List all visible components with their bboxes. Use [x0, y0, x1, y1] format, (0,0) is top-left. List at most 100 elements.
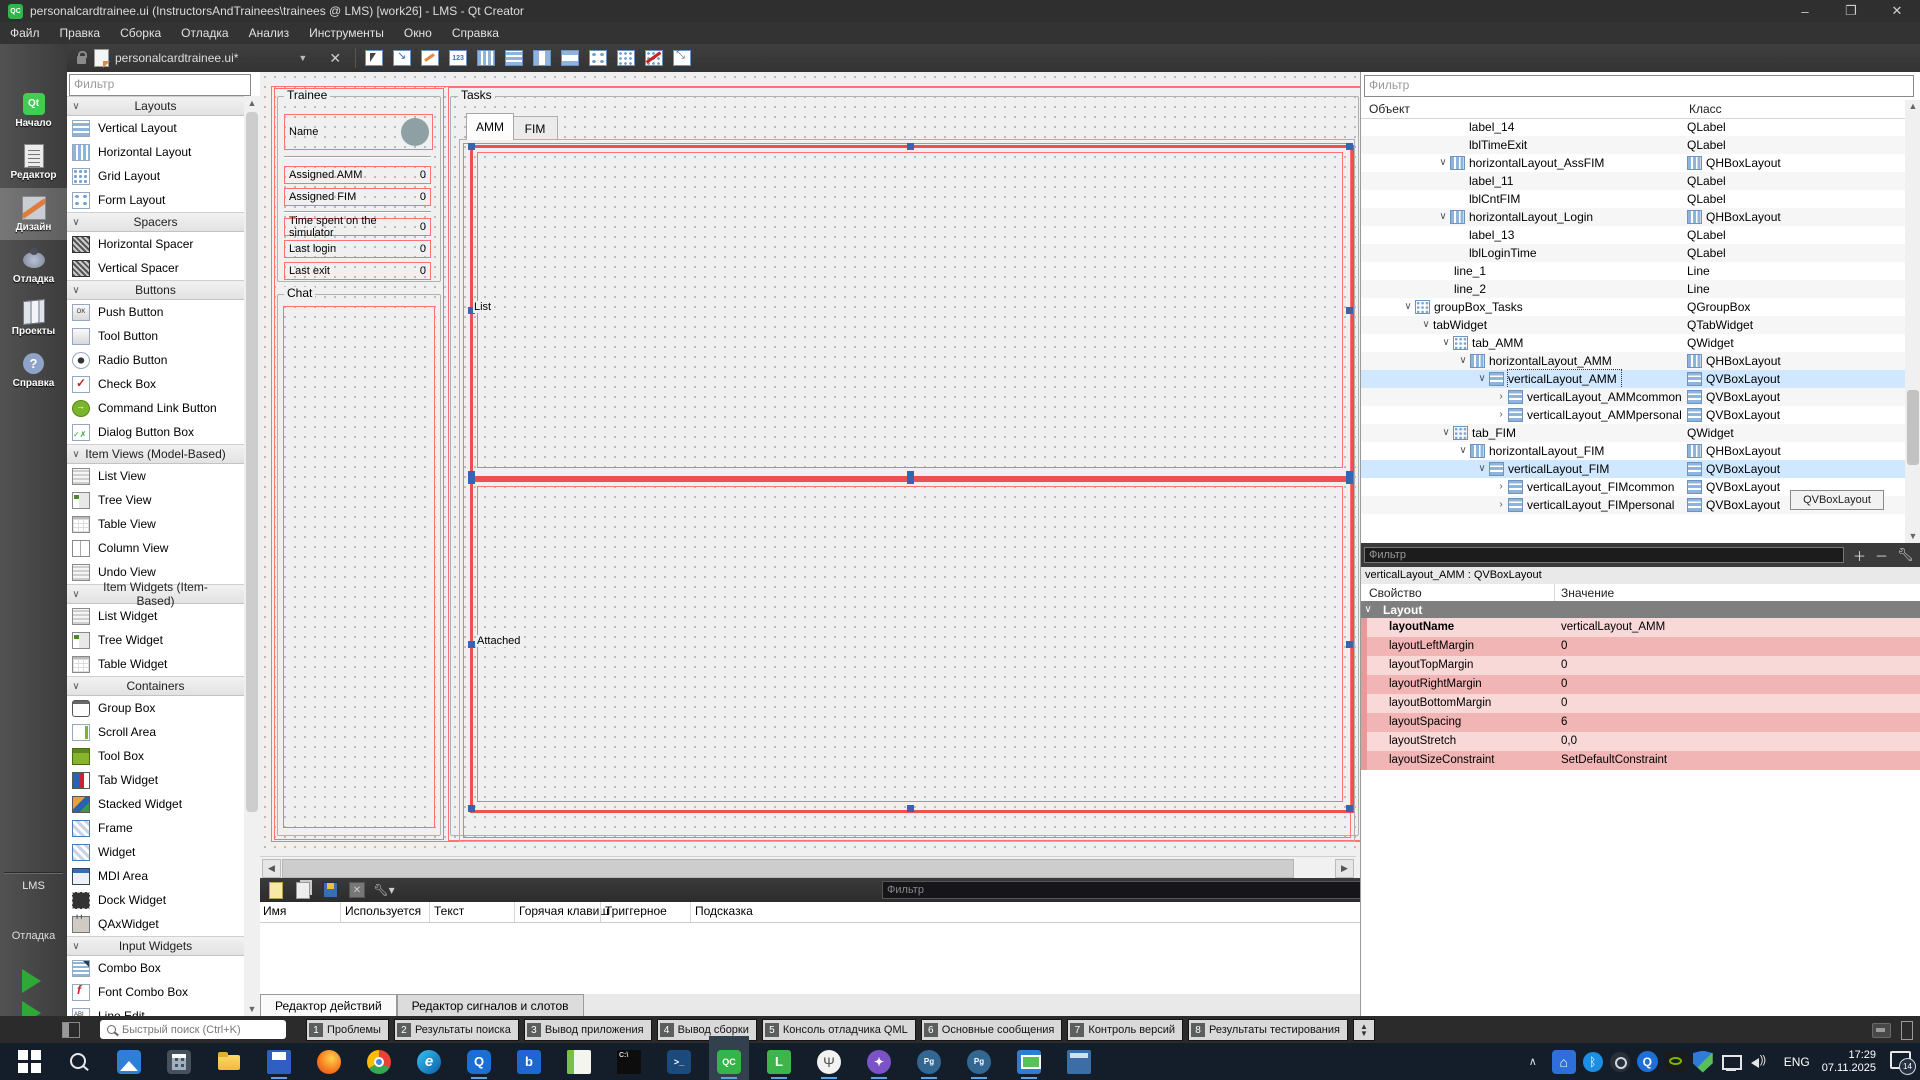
widget-box-section-spacers[interactable]: ∨Spacers [67, 212, 244, 232]
open-document-selector[interactable]: personalcardtrainee.ui* [115, 51, 238, 65]
property-value[interactable]: SetDefaultConstraint [1554, 751, 1920, 770]
taskbar-search[interactable] [66, 1043, 92, 1080]
scroll-up-icon[interactable]: ▲ [1905, 100, 1920, 113]
widget-item-frame[interactable]: Frame [67, 816, 244, 840]
menu-analyze[interactable]: Анализ [239, 22, 300, 44]
chevron-right-icon[interactable]: › [1494, 388, 1508, 406]
object-row-label_14[interactable]: label_14QLabel [1361, 118, 1905, 136]
widget-item-vertical-layout[interactable]: Vertical Layout [67, 116, 244, 140]
widget-item-dialog-button-box[interactable]: Dialog Button Box [67, 420, 244, 444]
object-row-groupBox_Tasks[interactable]: ∨groupBox_TasksQGroupBox [1361, 298, 1905, 316]
chevron-down-icon[interactable]: ∨ [1456, 442, 1470, 460]
adjust-size-button[interactable] [670, 47, 694, 69]
object-row-lblLoginTime[interactable]: lblLoginTimeQLabel [1361, 244, 1905, 262]
notifications-icon[interactable]: 14 [1888, 1049, 1914, 1075]
taskbar-file-explorer[interactable] [216, 1043, 242, 1080]
taskbar-calculator-app[interactable] [166, 1043, 192, 1080]
toggle-sidebar-icon[interactable] [62, 1022, 80, 1038]
object-row-tabWidget[interactable]: ∨tabWidgetQTabWidget [1361, 316, 1905, 334]
object-row-lblTimeExit[interactable]: lblTimeExitQLabel [1361, 136, 1905, 154]
property-row-layoutSpacing[interactable]: layoutSpacing6 [1361, 713, 1920, 732]
progress-indicator-icon[interactable] [1872, 1023, 1891, 1038]
property-row-layoutRightMargin[interactable]: layoutRightMargin0 [1361, 675, 1920, 694]
object-column-header[interactable]: Объект [1369, 102, 1410, 116]
widget-item-vertical-spacer[interactable]: Vertical Spacer [67, 256, 244, 280]
layout-form-button[interactable] [586, 47, 610, 69]
scroll-right-icon[interactable]: ▶ [1335, 859, 1354, 878]
widget-box-section-containers[interactable]: ∨Containers [67, 676, 244, 696]
taskbar-restaurant-app[interactable]: Ψ [816, 1043, 842, 1080]
mode-debug[interactable]: Отладка [0, 240, 67, 292]
trainee-field-a-1[interactable]: Assigned FIM0 [284, 188, 431, 206]
scroll-down-icon[interactable]: ▼ [1905, 530, 1920, 543]
widget-box-section-item-views-model-based-[interactable]: ∨Item Views (Model-Based) [67, 444, 244, 464]
chevron-down-icon[interactable]: ∨ [1456, 352, 1470, 370]
chevron-down-icon[interactable]: ∨ [1439, 424, 1453, 442]
maximize-button[interactable]: ❐ [1828, 0, 1874, 22]
selection-handle[interactable] [907, 143, 914, 150]
property-value[interactable]: 0 [1554, 675, 1920, 694]
volume-icon[interactable] [1749, 1051, 1771, 1073]
taskbar-floppy-app[interactable] [266, 1043, 292, 1080]
remove-property-icon[interactable]: － [1875, 546, 1888, 565]
taskbar-firefox[interactable] [316, 1043, 342, 1080]
chevron-down-icon[interactable]: ∨ [1419, 316, 1433, 334]
canvas-horizontal-scrollbar[interactable]: ◀ ▶ [260, 856, 1356, 879]
tab-signals-slots[interactable]: Редактор сигналов и слотов [397, 994, 584, 1016]
output-pane-6[interactable]: 6Основные сообщения [921, 1019, 1063, 1041]
close-button[interactable]: ✕ [1874, 0, 1920, 22]
delete-action-button[interactable]: ✕ [346, 880, 368, 900]
widget-item-tree-view[interactable]: Tree View [67, 488, 244, 512]
property-row-layoutTopMargin[interactable]: layoutTopMargin0 [1361, 656, 1920, 675]
property-row-layoutName[interactable]: layoutNameverticalLayout_AMM [1361, 618, 1920, 637]
widget-item-tool-box[interactable]: Tool Box [67, 744, 244, 768]
widget-box-section-buttons[interactable]: ∨Buttons [67, 280, 244, 300]
bluetooth-icon[interactable]: ᛒ [1583, 1052, 1603, 1072]
splitter-horizontal-button[interactable] [530, 47, 554, 69]
edit-signals-slots-button[interactable] [390, 47, 414, 69]
mode-help[interactable]: ?Справка [0, 344, 67, 396]
edit-buddies-button[interactable] [418, 47, 442, 69]
steam-icon[interactable] [1610, 1052, 1630, 1072]
mode-editor[interactable]: Редактор [0, 136, 67, 188]
output-pane-4[interactable]: 4Вывод сборки [657, 1019, 757, 1041]
property-value[interactable]: 0 [1554, 637, 1920, 656]
taskbar-qt-creator[interactable]: QC [716, 1043, 742, 1080]
inspector-scrollbar[interactable]: ▲ ▼ [1905, 100, 1920, 543]
property-value[interactable]: 0 [1554, 656, 1920, 675]
menu-debug[interactable]: Отладка [171, 22, 238, 44]
taskbar-photos-app[interactable] [116, 1043, 142, 1080]
scroll-up-icon[interactable]: ▲ [244, 96, 260, 110]
configure-actions-button[interactable]: 🔧︎▾ [373, 880, 395, 900]
menu-build[interactable]: Сборка [110, 22, 171, 44]
output-pane-7[interactable]: 7Контроль версий [1067, 1019, 1183, 1041]
selection-handle[interactable] [1346, 641, 1353, 648]
selection-handle[interactable] [1346, 143, 1353, 150]
menu-window[interactable]: Окно [394, 22, 442, 44]
selection-handle[interactable] [1346, 307, 1353, 314]
copy-action-button[interactable] [292, 880, 314, 900]
minimize-button[interactable]: – [1782, 0, 1828, 22]
edit-tab-order-button[interactable]: 123 [446, 47, 470, 69]
menu-help[interactable]: Справка [442, 22, 509, 44]
widget-item-qaxwidget[interactable]: QAxWidget [67, 912, 244, 936]
layout-horizontal-button[interactable] [474, 47, 498, 69]
run-button[interactable] [22, 969, 41, 993]
menu-file[interactable]: Файл [0, 22, 50, 44]
column-divider[interactable] [600, 902, 601, 922]
object-row-verticalLayout_AMMpersonal[interactable]: ›verticalLayout_AMMpersonalQVBoxLayout [1361, 406, 1905, 424]
mode-welcome[interactable]: QtНачало [0, 84, 67, 136]
break-layout-button[interactable] [642, 47, 666, 69]
object-row-line_1[interactable]: line_1Line [1361, 262, 1905, 280]
widget-item-column-view[interactable]: Column View [67, 536, 244, 560]
property-value[interactable]: 6 [1554, 713, 1920, 732]
network-display-icon[interactable] [1720, 1051, 1742, 1073]
action-column-5[interactable]: Триггерное [605, 904, 667, 918]
clock[interactable]: 17:29 07.11.2025 [1822, 1049, 1876, 1075]
object-row-horizontalLayout_Login[interactable]: ∨horizontalLayout_LoginQHBoxLayout [1361, 208, 1905, 226]
widget-box-section-input-widgets[interactable]: ∨Input Widgets [67, 936, 244, 956]
widget-item-table-view[interactable]: Table View [67, 512, 244, 536]
object-row-verticalLayout_FIM[interactable]: ∨verticalLayout_FIMQVBoxLayout [1361, 460, 1905, 478]
tab-amm[interactable]: AMM [466, 113, 514, 140]
widget-item-font-combo-box[interactable]: Font Combo Box [67, 980, 244, 1004]
